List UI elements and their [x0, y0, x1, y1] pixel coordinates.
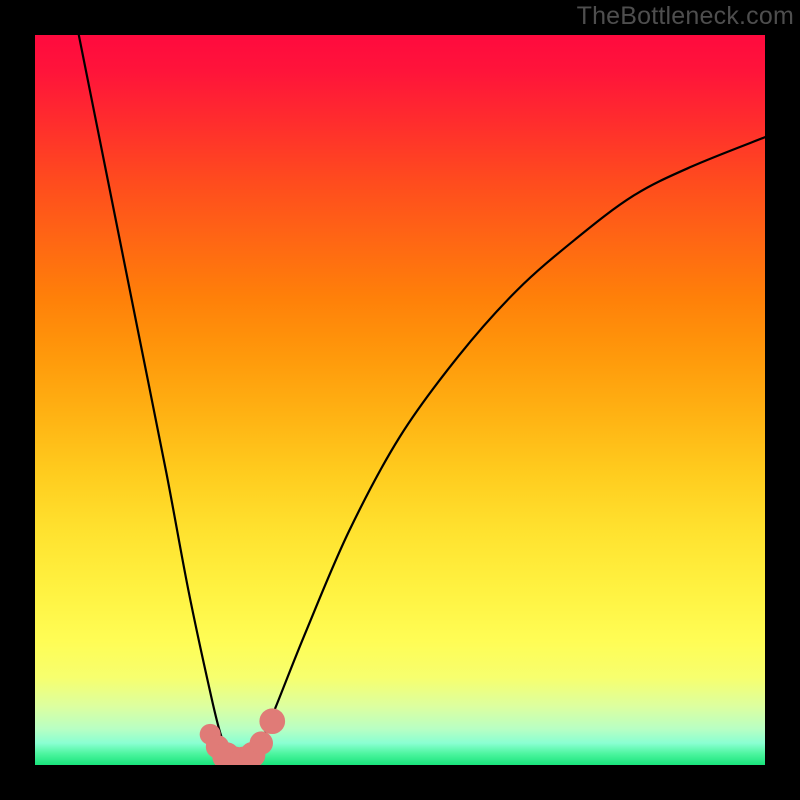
series-line: [79, 35, 765, 765]
chart-frame: TheBottleneck.com: [0, 0, 800, 800]
valley-marker: [250, 731, 273, 754]
valley-markers: [200, 708, 285, 765]
valley-marker: [259, 708, 285, 734]
bottleneck-curve-path: [79, 35, 765, 765]
chart-svg: [35, 35, 765, 765]
plot-area: [35, 35, 765, 765]
watermark-text: TheBottleneck.com: [577, 2, 794, 31]
